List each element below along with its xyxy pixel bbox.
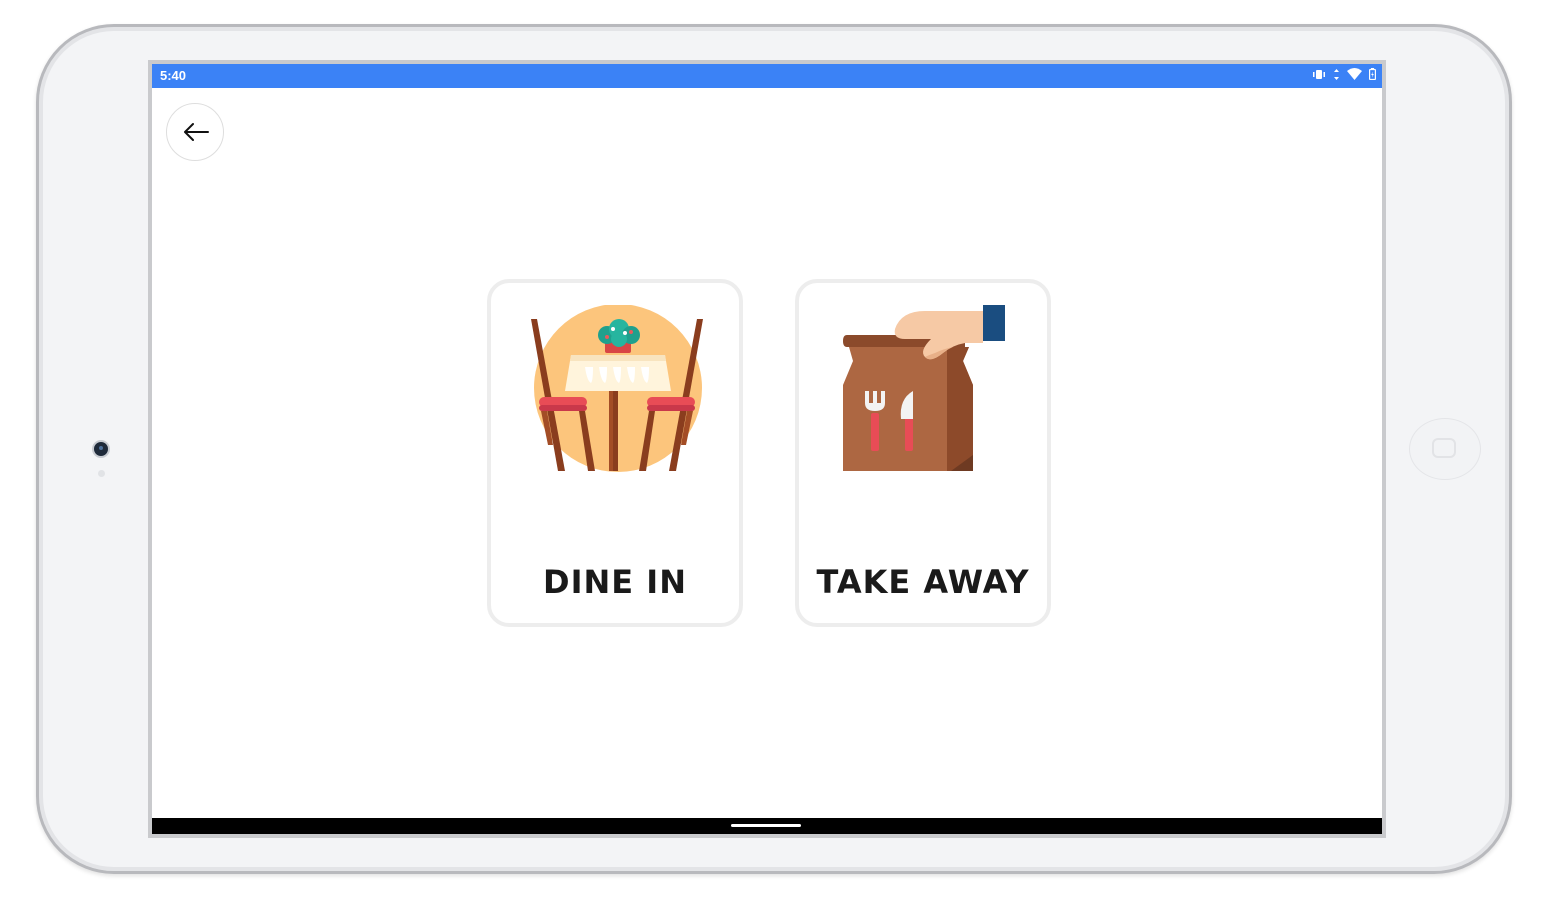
gesture-handle-icon[interactable]: [731, 824, 801, 827]
data-arrows-icon: [1333, 68, 1340, 83]
app-screen: 5:40 DINE IN TAKE AWAY: [148, 60, 1386, 838]
status-bar: 5:40: [152, 64, 1382, 88]
vibrate-icon: [1312, 68, 1326, 83]
take-away-label: TAKE AWAY: [816, 563, 1030, 601]
restaurant-table-icon: [531, 305, 703, 472]
dine-in-card[interactable]: DINE IN: [487, 279, 743, 627]
wifi-icon: [1347, 68, 1362, 83]
battery-icon: [1369, 68, 1377, 83]
back-button[interactable]: [166, 103, 224, 161]
takeaway-bag-icon: [843, 305, 1005, 471]
arrow-left-icon: [184, 123, 209, 141]
status-icons: [1312, 68, 1377, 83]
light-sensor: [98, 470, 105, 477]
navigation-bar: [152, 818, 1382, 834]
front-camera-icon: [92, 440, 110, 458]
status-time: 5:40: [160, 68, 187, 83]
take-away-card[interactable]: TAKE AWAY: [795, 279, 1051, 627]
dine-in-label: DINE IN: [543, 563, 687, 601]
home-button[interactable]: [1409, 418, 1481, 480]
